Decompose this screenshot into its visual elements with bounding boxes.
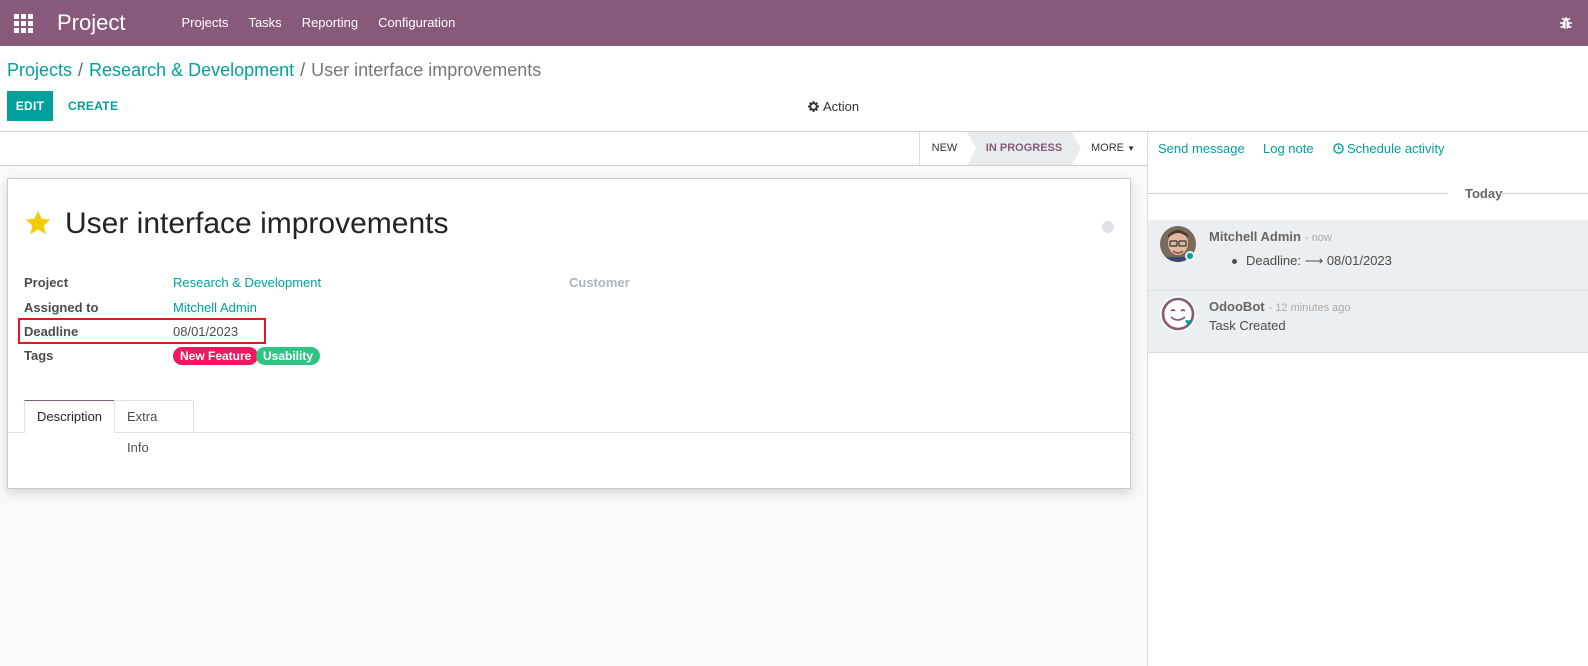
clock-icon (1333, 143, 1344, 154)
menu-projects[interactable]: Projects (171, 0, 238, 46)
date-separator-label: Today (1465, 186, 1503, 201)
deadline-value[interactable]: 08/01/2023 (173, 324, 238, 339)
tag-usability[interactable]: Usability (256, 347, 321, 365)
customer-label: Customer (569, 275, 630, 290)
action-label: Action (823, 99, 860, 114)
breadcrumb-separator: / (300, 60, 306, 80)
tag-new-feature[interactable]: New Feature (173, 347, 259, 365)
message-item: ♥ OdooBot - 12 minutes ago Task Created (1148, 290, 1588, 353)
arrow-right-icon: ⟶ (1304, 253, 1324, 268)
star-icon[interactable] (24, 209, 52, 237)
form-area: NEW IN PROGRESS MORE ▼ User interface im… (0, 132, 1147, 666)
send-message-button[interactable]: Send message (1158, 141, 1245, 156)
action-dropdown[interactable]: Action (808, 99, 859, 114)
top-navbar: Project Projects Tasks Reporting Configu… (0, 0, 1588, 46)
app-brand[interactable]: Project (57, 10, 125, 36)
task-title[interactable]: User interface improvements (65, 207, 448, 241)
menu-tasks[interactable]: Tasks (238, 0, 291, 46)
more-label: MORE (1091, 142, 1124, 154)
gear-icon (808, 101, 819, 112)
assigned-to-label: Assigned to (24, 300, 99, 315)
heart-icon: ♥ (1185, 317, 1192, 329)
stage-statusbar: NEW IN PROGRESS MORE ▼ (0, 132, 1147, 166)
breadcrumb-separator: / (78, 60, 84, 80)
menu-configuration[interactable]: Configuration (368, 0, 465, 46)
breadcrumb-research-development[interactable]: Research & Development (89, 60, 294, 80)
schedule-activity-button[interactable]: Schedule activity (1333, 141, 1445, 156)
breadcrumb: Projects / Research & Development / User int… (7, 60, 541, 81)
message-author[interactable]: OdooBot - 12 minutes ago (1209, 299, 1351, 314)
bug-icon[interactable] (1558, 15, 1574, 31)
tab-description[interactable]: Description (24, 400, 115, 433)
project-value[interactable]: Research & Development (173, 275, 321, 290)
apps-menu-icon[interactable] (0, 0, 46, 46)
message-time: - now (1304, 232, 1332, 244)
caret-down-icon: ▼ (1127, 144, 1135, 153)
kanban-state-indicator[interactable] (1102, 221, 1114, 233)
stage-new[interactable]: NEW (919, 132, 969, 165)
tab-extra-info[interactable]: Extra Info (114, 400, 194, 455)
message-item: Mitchell Admin - now Deadline: ⟶ 08/01/20… (1148, 220, 1588, 290)
tags-label: Tags (24, 348, 54, 363)
message-body: Task Created (1209, 318, 1286, 333)
edit-button[interactable]: EDIT (7, 91, 53, 121)
schedule-activity-label: Schedule activity (1347, 141, 1445, 156)
deadline-label: Deadline (24, 324, 79, 339)
date-separator: Today (1148, 185, 1588, 201)
message-time: - 12 minutes ago (1268, 302, 1351, 314)
menu-reporting[interactable]: Reporting (292, 0, 368, 46)
author-name: OdooBot (1209, 299, 1265, 314)
tracking-value: Deadline: ⟶ 08/01/2023 (1232, 253, 1392, 269)
create-button[interactable]: CREATE (60, 91, 126, 121)
online-status-icon (1185, 251, 1195, 261)
author-name: Mitchell Admin (1209, 229, 1301, 244)
project-label: Project (24, 275, 69, 290)
stage-more-dropdown[interactable]: MORE ▼ (1088, 132, 1138, 165)
breadcrumb-projects[interactable]: Projects (7, 60, 72, 80)
chatter-panel: Send message Log note Schedule activity … (1147, 132, 1588, 666)
assigned-to-value[interactable]: Mitchell Admin (173, 300, 257, 315)
message-author[interactable]: Mitchell Admin - now (1209, 229, 1332, 244)
tracking-new-value: 08/01/2023 (1326, 253, 1392, 268)
task-form-sheet: User interface improvements Project Rese… (7, 178, 1131, 489)
tracking-field-label: Deadline: (1246, 253, 1301, 268)
stage-in-progress[interactable]: IN PROGRESS (967, 132, 1081, 165)
breadcrumb-current: User interface improvements (311, 60, 542, 80)
control-panel: Projects / Research & Development / User int… (0, 46, 1588, 132)
log-note-button[interactable]: Log note (1263, 141, 1314, 156)
message-list: Mitchell Admin - now Deadline: ⟶ 08/01/20… (1148, 220, 1588, 353)
